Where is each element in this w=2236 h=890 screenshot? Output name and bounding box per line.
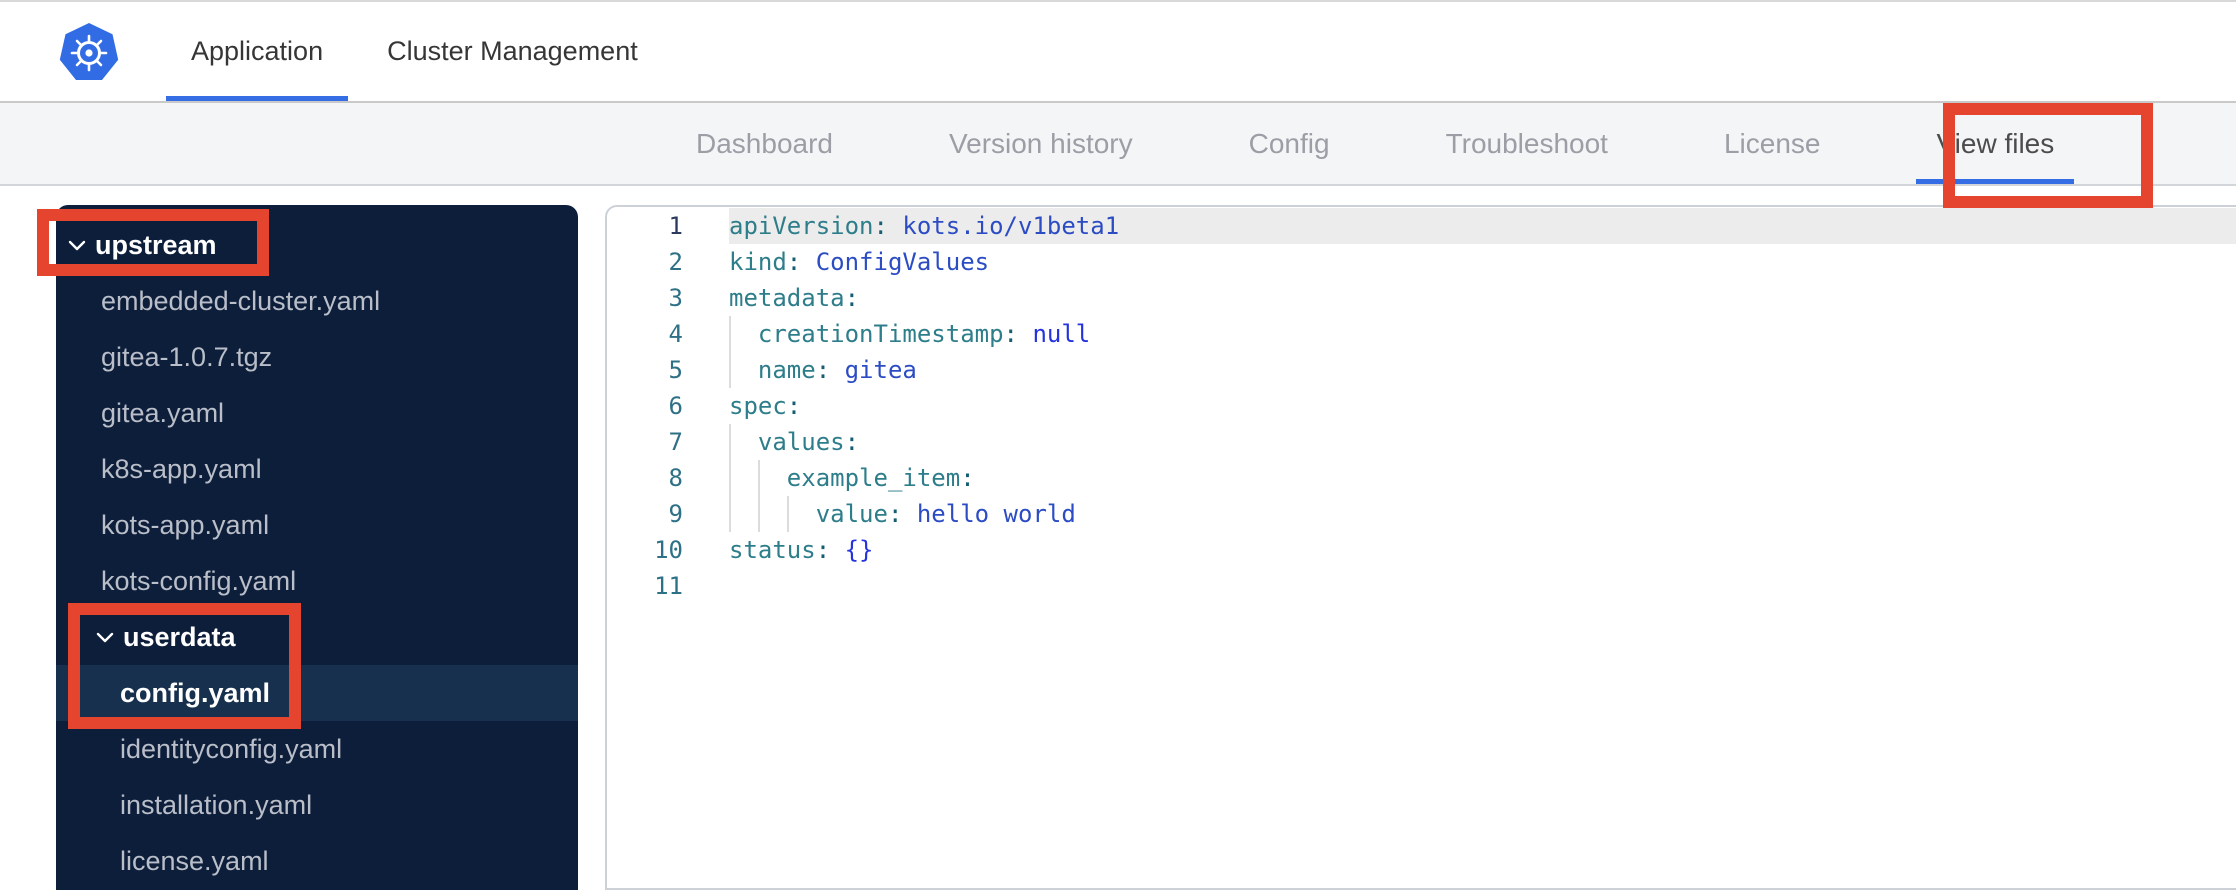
line-number: 2 bbox=[668, 248, 683, 276]
tree-label: upstream bbox=[95, 229, 217, 260]
indent-guide bbox=[729, 424, 731, 460]
indent-guide bbox=[757, 460, 760, 496]
indent-guide bbox=[786, 496, 789, 532]
code-text: creationTimestamp: null bbox=[729, 316, 2236, 352]
folder-userdata[interactable]: userdata bbox=[56, 609, 578, 665]
file-gitea-1-0-7-tgz[interactable]: gitea-1.0.7.tgz bbox=[56, 329, 578, 385]
line-number: 4 bbox=[668, 320, 683, 348]
editor-line: 10 status: {} bbox=[607, 532, 2236, 568]
tree-label: identityconfig.yaml bbox=[120, 733, 343, 764]
file-installation-yaml[interactable]: installation.yaml bbox=[56, 777, 578, 833]
file-k8s-app-yaml[interactable]: k8s-app.yaml bbox=[56, 441, 578, 497]
editor-line: 3 metadata: bbox=[607, 280, 2236, 316]
file-kots-config-yaml[interactable]: kots-config.yaml bbox=[56, 553, 578, 609]
indent-guide bbox=[729, 352, 731, 388]
nav-item-view-files[interactable]: View files bbox=[1916, 103, 2075, 184]
chevron-down-icon bbox=[68, 240, 86, 250]
tree-label: kots-config.yaml bbox=[101, 565, 297, 596]
chevron-down-icon bbox=[96, 632, 114, 642]
tree-label: kots-app.yaml bbox=[101, 509, 270, 540]
indent-guide bbox=[729, 496, 731, 532]
file-gitea-yaml[interactable]: gitea.yaml bbox=[56, 385, 578, 441]
app-header: Application Cluster Management bbox=[0, 0, 2236, 103]
tree-label: embedded-cluster.yaml bbox=[101, 285, 381, 316]
code-editor[interactable]: 1 apiVersion: kots.io/v1beta1 2 kind: Confi… bbox=[605, 205, 2236, 890]
line-number: 8 bbox=[668, 464, 683, 492]
code-text: metadata: bbox=[729, 284, 860, 312]
line-number: 5 bbox=[668, 356, 683, 384]
editor-line: 11 bbox=[607, 568, 2236, 604]
line-number: 3 bbox=[668, 284, 683, 312]
code-text: value: hello world bbox=[729, 496, 2236, 532]
line-number: 6 bbox=[668, 392, 683, 420]
tree-label: config.yaml bbox=[120, 677, 271, 708]
page: Application Cluster Management Dashboard V… bbox=[0, 0, 2236, 890]
kubernetes-logo bbox=[59, 23, 119, 80]
indent-guide bbox=[729, 316, 731, 352]
tree-label: gitea.yaml bbox=[101, 397, 225, 428]
nav-item-dashboard[interactable]: Dashboard bbox=[676, 103, 853, 184]
code-text: example_item: bbox=[729, 460, 2236, 496]
app-subnav: Dashboard Version history Config Troublesho… bbox=[0, 103, 2236, 186]
editor-line: 9 value: hello world bbox=[607, 496, 2236, 532]
editor-line: 7 values: bbox=[607, 424, 2236, 460]
indent-guide bbox=[729, 460, 731, 496]
nav-item-troubleshoot[interactable]: Troubleshoot bbox=[1426, 103, 1628, 184]
file-kots-app-yaml[interactable]: kots-app.yaml bbox=[56, 497, 578, 553]
tab-application[interactable]: Application bbox=[166, 2, 349, 101]
code-text: apiVersion: kots.io/v1beta1 bbox=[729, 208, 2236, 244]
code-text: kind: ConfigValues bbox=[729, 248, 990, 276]
editor-line: 2 kind: ConfigValues bbox=[607, 244, 2236, 280]
line-number: 7 bbox=[668, 428, 683, 456]
tree-label: license.yaml bbox=[120, 845, 269, 876]
code-text: values: bbox=[729, 424, 2236, 460]
nav-item-config[interactable]: Config bbox=[1229, 103, 1350, 184]
code-text: spec: bbox=[729, 392, 802, 420]
file-identityconfig-yaml[interactable]: identityconfig.yaml bbox=[56, 721, 578, 777]
file-license-yaml[interactable]: license.yaml bbox=[56, 833, 578, 889]
line-number: 1 bbox=[668, 212, 683, 240]
tab-cluster-management[interactable]: Cluster Management bbox=[362, 2, 663, 101]
file-embedded-cluster-yaml[interactable]: embedded-cluster.yaml bbox=[56, 273, 578, 329]
file-config-yaml[interactable]: config.yaml bbox=[56, 665, 578, 721]
indent-guide bbox=[757, 496, 760, 532]
file-tree-sidebar: upstream embedded-cluster.yaml gitea-1.0.7… bbox=[56, 205, 578, 890]
header-tabs: Application Cluster Management bbox=[166, 2, 663, 101]
editor-line: 5 name: gitea bbox=[607, 352, 2236, 388]
code-text: name: gitea bbox=[729, 352, 2236, 388]
editor-line: 4 creationTimestamp: null bbox=[607, 316, 2236, 352]
tree-label: gitea-1.0.7.tgz bbox=[101, 341, 273, 372]
tree-label: k8s-app.yaml bbox=[101, 453, 262, 484]
editor-line: 8 example_item: bbox=[607, 460, 2236, 496]
nav-item-version-history[interactable]: Version history bbox=[929, 103, 1153, 184]
line-number: 9 bbox=[668, 500, 683, 528]
code-text: status: {} bbox=[729, 536, 874, 564]
editor-line: 6 spec: bbox=[607, 388, 2236, 424]
editor-line: 1 apiVersion: kots.io/v1beta1 bbox=[607, 208, 2236, 244]
tree-label: userdata bbox=[123, 621, 236, 652]
tree-label: installation.yaml bbox=[120, 789, 313, 820]
line-number: 10 bbox=[654, 536, 683, 564]
nav-item-license[interactable]: License bbox=[1704, 103, 1841, 184]
folder-upstream[interactable]: upstream bbox=[56, 217, 578, 273]
line-number: 11 bbox=[654, 572, 683, 600]
